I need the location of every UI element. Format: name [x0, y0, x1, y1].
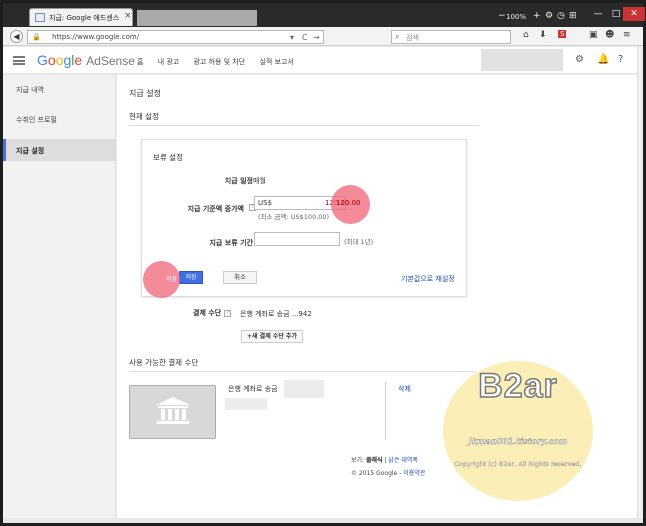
- hold-period-label: 지급 보류 기간: [209, 239, 253, 247]
- save-button-overlay: 저장: [166, 276, 178, 283]
- footer-classic: 클래식: [365, 457, 383, 464]
- sidebar-item-payee-profile[interactable]: 수취인 프로필: [16, 115, 57, 125]
- tab-favicon-icon: [35, 13, 45, 22]
- back-arrow-icon[interactable]: ◀: [10, 30, 23, 43]
- chat-icon[interactable]: ☻: [605, 30, 614, 40]
- search-input[interactable]: ⌕ 검색: [391, 30, 511, 44]
- payment-method-label: 결제 수단?: [193, 308, 232, 318]
- masked-account: [284, 380, 324, 398]
- url-field[interactable]: 🔒 https://www.google.com/ ▾ C →: [27, 30, 324, 44]
- help-icon: ?: [224, 309, 232, 317]
- zoom-in-icon[interactable]: +: [533, 11, 541, 21]
- go-arrow-icon[interactable]: →: [313, 33, 320, 42]
- blurred-tab: [137, 10, 257, 26]
- adsense-header: Google AdSense 홈 내 광고 광고 허용 및 차단 실적 보고서 ⚙…: [3, 47, 637, 74]
- adsense-logo[interactable]: Google AdSense: [37, 52, 135, 68]
- nav-allow-block[interactable]: 광고 허용 및 차단: [193, 58, 245, 66]
- tab-close-icon[interactable]: ×: [124, 11, 132, 21]
- menu-icon[interactable]: ≡: [623, 30, 631, 40]
- search-placeholder: 검색: [406, 34, 419, 42]
- payment-method-value: 은행 계좌로 송금 ...942: [240, 310, 312, 318]
- cancel-button[interactable]: 취소: [223, 271, 257, 284]
- threshold-hint: (최소 금액: US$100.00): [258, 213, 330, 221]
- delete-link[interactable]: 삭제: [398, 384, 411, 394]
- clock-icon[interactable]: ◷: [557, 11, 565, 21]
- sidebar-item-payment-settings[interactable]: 지급 설정: [3, 139, 116, 161]
- masked-account: [225, 398, 267, 410]
- hold-settings-card: 보류 설정 지급 일정 매월 지급 기준액 증가액 ? US$ 120.00 (…: [141, 139, 467, 297]
- zoom-level: 100%: [506, 13, 527, 21]
- bank-transfer-label: 은행 계좌로 송금: [228, 385, 278, 393]
- home-icon[interactable]: ⌂: [523, 30, 529, 40]
- bank-icon: [156, 397, 190, 424]
- threshold-value-overlay: 120.00: [336, 199, 361, 207]
- url-text: https://www.google.com/: [52, 33, 140, 41]
- nav-home[interactable]: 홈: [137, 58, 143, 66]
- extension-icon[interactable]: ▣: [589, 30, 598, 40]
- zoom-out-icon[interactable]: −: [498, 11, 506, 21]
- browser-tab[interactable]: 지급: Google 애드센스 ×: [29, 8, 133, 26]
- available-methods-title: 사용 가능한 결제 수단: [129, 358, 199, 367]
- account-info-blurred: [481, 49, 563, 71]
- card-title: 보류 설정: [153, 153, 183, 162]
- hamburger-menu-icon[interactable]: [13, 56, 25, 65]
- watermark-title: B2ar: [477, 366, 558, 406]
- settings-gear-icon[interactable]: ⚙: [575, 54, 584, 65]
- divider: [129, 125, 479, 126]
- threshold-label: 지급 기준액 증가액: [187, 205, 244, 213]
- notification-bell-icon[interactable]: 🔔: [597, 54, 609, 65]
- help-icon[interactable]: ?: [618, 54, 623, 65]
- browser-nav-bar: ◀ 🔒 https://www.google.com/ ▾ C → ⌕ 검색 ⌂…: [3, 27, 643, 46]
- hold-period-hint: (최대 1년): [344, 238, 374, 246]
- sidebar-item-label: 지급 설정: [16, 147, 45, 155]
- tab-title: 지급: Google 애드센스: [49, 14, 120, 22]
- divider: [129, 371, 475, 372]
- scrollbar[interactable]: [637, 47, 643, 518]
- divider: [385, 382, 386, 440]
- reset-default-link[interactable]: 기본값으로 재설정: [401, 274, 455, 284]
- browser-tab-strip: 지급: Google 애드센스 × 100% − + ⚙ ◷ ⊞ — □ ✕: [3, 3, 645, 27]
- sidebar-item-payment-history[interactable]: 지급 내역: [16, 85, 44, 95]
- footer-other-view-link[interactable]: 낡은 대역폭: [388, 457, 418, 464]
- sidebar: 지급 내역 수취인 프로필 지급 설정: [3, 75, 116, 518]
- grid-icon[interactable]: ⊞: [569, 11, 577, 21]
- watermark-logo: B2ar Jkman001.tistory.com Copyright (c) …: [443, 361, 593, 501]
- schedule-value: 매월: [253, 177, 266, 185]
- nav-my-ads[interactable]: 내 광고: [158, 58, 180, 66]
- bank-transfer-card[interactable]: [129, 385, 216, 439]
- settings-gear-icon[interactable]: ⚙: [545, 11, 553, 21]
- hold-period-input[interactable]: [254, 232, 340, 246]
- close-window-button[interactable]: ✕: [623, 7, 645, 21]
- watermark-copyright: Copyright (c) B2ar, All Rights reserved.: [454, 460, 582, 468]
- section-current-settings: 현재 설정: [129, 112, 159, 121]
- search-icon: ⌕: [395, 32, 400, 41]
- save-button[interactable]: 저장: [179, 271, 203, 284]
- currency-prefix: US$: [258, 199, 273, 207]
- footer-copyright: © 2015 Google - 이용약관: [351, 470, 426, 477]
- download-icon[interactable]: ⬇: [539, 30, 547, 40]
- add-payment-method-button[interactable]: +새 결제 수단 추가: [241, 330, 303, 343]
- schedule-label: 지급 일정: [224, 177, 253, 185]
- dropdown-icon[interactable]: ▾: [290, 33, 294, 42]
- terms-link[interactable]: 이용약관: [403, 470, 425, 477]
- nav-reports[interactable]: 실적 보고서: [259, 58, 293, 66]
- footer-view: 보기: 클래식 | 낡은 대역폭: [351, 457, 418, 464]
- refresh-icon[interactable]: C: [302, 33, 308, 42]
- extension-s-icon[interactable]: S: [558, 30, 567, 38]
- watermark-url: Jkman001.tistory.com: [468, 437, 568, 446]
- lock-icon: 🔒: [32, 33, 41, 41]
- page-title: 지급 설정: [129, 89, 161, 98]
- top-navigation: 홈 내 광고 광고 허용 및 차단 실적 보고서: [137, 57, 306, 67]
